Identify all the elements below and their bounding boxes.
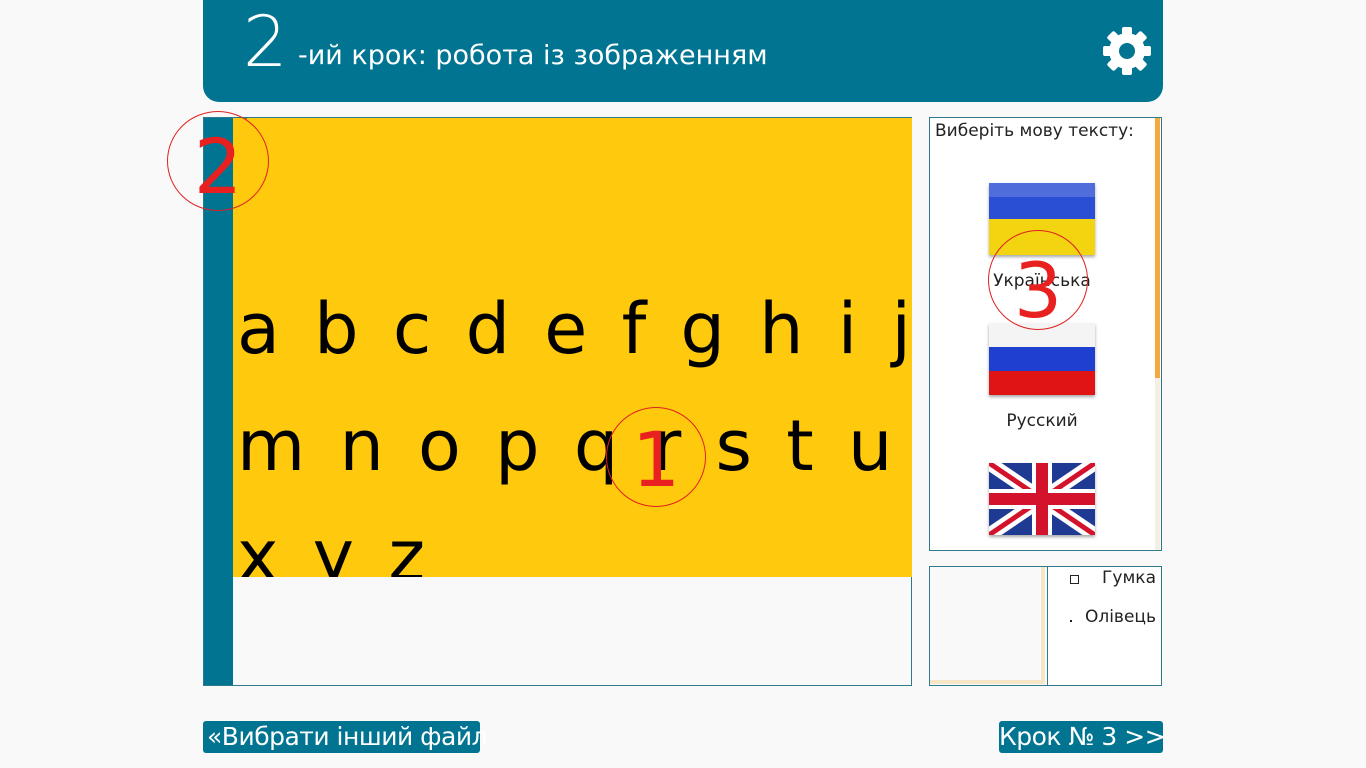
letter-line-3: x y z — [237, 515, 432, 577]
next-step-button[interactable]: Крок № 3 >> — [999, 721, 1166, 753]
letter-line-2: m n o p q r s t u v — [237, 405, 912, 487]
pencil-label: Олівець — [1084, 607, 1156, 627]
eraser-icon — [1070, 575, 1079, 584]
vertical-ruler — [204, 118, 233, 685]
step-title: -ий крок: робота із зображенням — [298, 40, 768, 71]
language-ukrainian[interactable]: Українська — [950, 271, 1134, 291]
tool-preview — [930, 567, 1048, 685]
language-panel: Виберіть мову тексту: Українська Русский — [929, 117, 1162, 551]
gear-icon[interactable] — [1101, 25, 1153, 77]
eraser-label: Гумка — [1102, 568, 1156, 588]
preview-edge-right — [1041, 567, 1045, 683]
tool-panel: Гумка Олівець — [929, 566, 1162, 686]
ukraine-flag-icon[interactable] — [989, 183, 1095, 255]
image-canvas[interactable]: ˇ a b c d e f g h i j k m n o p q r s t … — [233, 118, 912, 577]
pencil-tool[interactable]: Олівець — [1050, 607, 1160, 631]
crop-corner-mark: ˇ — [241, 118, 251, 136]
header-bar: 2 -ий крок: робота із зображенням — [203, 0, 1163, 102]
language-russian[interactable]: Русский — [950, 411, 1134, 431]
image-workspace[interactable]: ˇ a b c d e f g h i j k m n o p q r s t … — [203, 117, 912, 686]
eraser-tool[interactable]: Гумка — [1050, 568, 1160, 592]
letter-line-1: a b c d e f g h i j k — [237, 288, 912, 370]
step-number: 2 — [243, 1, 288, 83]
russia-flag-icon[interactable] — [989, 323, 1095, 395]
pencil-icon — [1070, 620, 1072, 622]
choose-other-file-button[interactable]: «Вибрати інший файл — [203, 721, 488, 753]
language-prompt: Виберіть мову тексту: — [935, 121, 1134, 141]
preview-edge-bottom — [930, 680, 1045, 684]
language-scroll-thumb[interactable] — [1155, 118, 1160, 378]
uk-flag-icon[interactable] — [989, 463, 1095, 535]
